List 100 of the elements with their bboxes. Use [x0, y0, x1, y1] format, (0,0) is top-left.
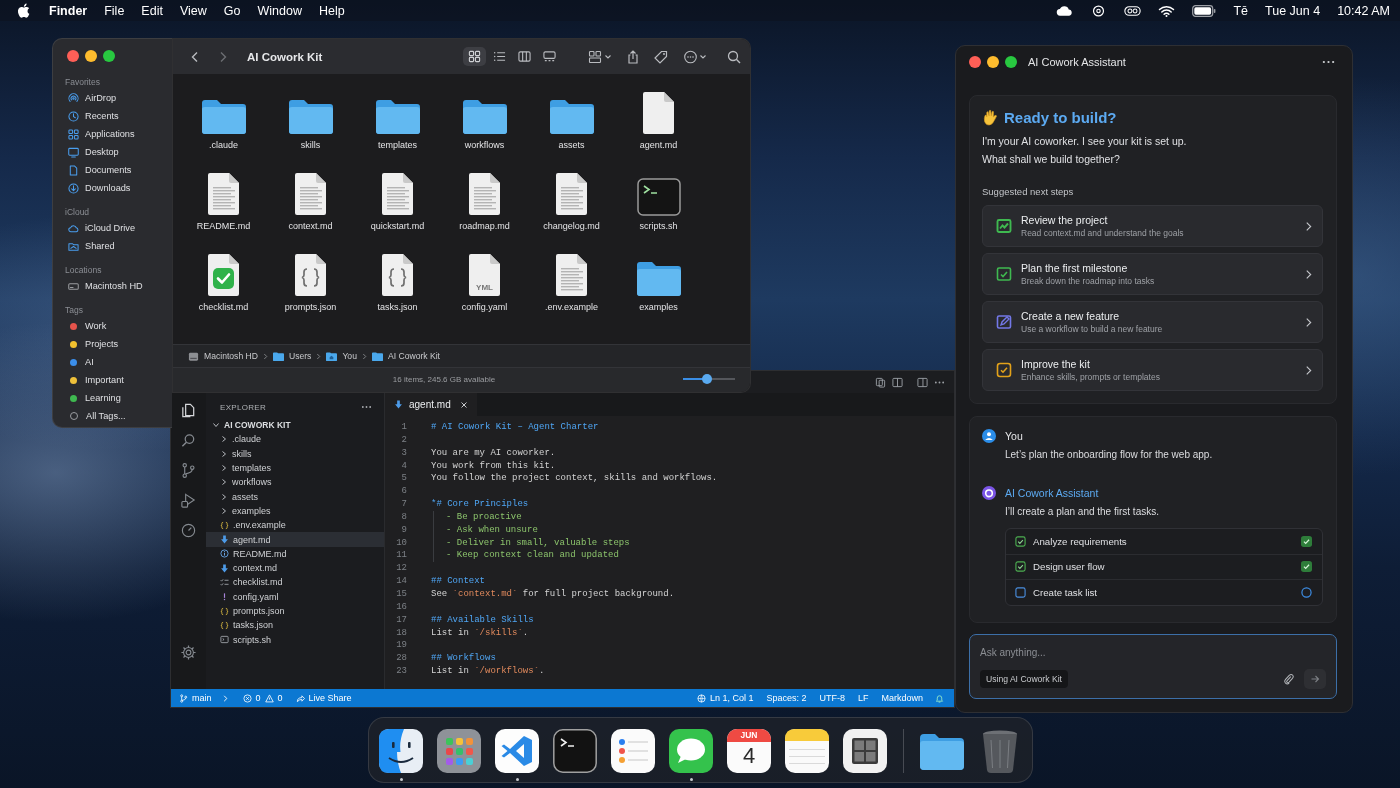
run-debug-icon[interactable] [180, 492, 197, 509]
app-grid-icon[interactable] [437, 729, 481, 773]
menu-item[interactable]: Window [257, 3, 302, 18]
sidebar-item[interactable]: Downloads [53, 179, 172, 197]
tree-item[interactable]: workflows [206, 475, 384, 490]
tree-item[interactable]: prompts.json [206, 603, 384, 619]
suggestion-button[interactable]: Create a new feature Use a workflow to build a new feature [982, 301, 1323, 343]
editor-tab[interactable]: agent.md [385, 393, 477, 416]
close-icon[interactable] [459, 400, 468, 409]
branch-icon[interactable] [180, 462, 197, 479]
directory-entry[interactable]: .claude [180, 91, 267, 172]
tree-item[interactable]: .env.example [206, 518, 384, 533]
directory-entry[interactable]: .env.example [528, 253, 615, 334]
path-item[interactable]: Users [272, 350, 312, 362]
directory-entry[interactable]: checklist.md [180, 253, 267, 334]
share-icon[interactable] [626, 49, 640, 64]
calendar-icon[interactable]: JUN 4 [727, 729, 771, 773]
grid-view-button[interactable] [463, 47, 486, 66]
code-editor-icon[interactable] [495, 729, 539, 773]
battery-icon[interactable] [1192, 4, 1217, 17]
chat-bubble-icon[interactable] [669, 729, 713, 773]
menu-bar-date[interactable]: Tue Jun 4 [1265, 3, 1321, 18]
problems-status[interactable]: 0 0 [242, 693, 283, 703]
tree-item[interactable]: checklist.md [206, 575, 384, 590]
sidebar-item[interactable]: Documents [53, 161, 172, 179]
suggestion-button[interactable]: Plan the first milestone Break down the roadmap into tasks [982, 253, 1323, 295]
more-options-icon[interactable] [682, 49, 709, 64]
zoom-button[interactable] [103, 50, 115, 62]
wifi-icon[interactable] [1158, 4, 1176, 17]
reminders-list-icon[interactable] [611, 729, 655, 773]
menu-item[interactable]: Edit [141, 3, 163, 18]
directory-entry[interactable]: skills [267, 91, 354, 172]
tree-item[interactable]: scripts.sh [206, 632, 384, 647]
tree-item[interactable]: tasks.json [206, 618, 384, 633]
terminal-icon[interactable] [553, 729, 597, 773]
message-input[interactable]: Ask anything... [980, 642, 1326, 663]
sidebar-item[interactable]: AirDrop [53, 89, 172, 107]
zoom-button[interactable] [1005, 56, 1017, 68]
tag-icon[interactable] [654, 49, 668, 64]
more-icon[interactable] [361, 405, 372, 409]
close-button[interactable] [969, 56, 981, 68]
directory-entry[interactable]: YML config.yaml [441, 253, 528, 334]
face-app-icon[interactable] [379, 729, 423, 773]
live-share-button[interactable]: Live Share [295, 693, 352, 703]
tree-item[interactable]: examples [206, 503, 384, 519]
tree-item[interactable]: README.md [206, 546, 384, 561]
directory-entry[interactable]: templates [354, 91, 441, 172]
split-editor-icon[interactable] [917, 376, 928, 388]
notes-icon[interactable] [785, 729, 829, 773]
path-item[interactable]: You [326, 350, 357, 362]
tree-item[interactable]: templates [206, 460, 384, 476]
directory-entry[interactable]: assets [528, 91, 615, 172]
menu-bar-clock[interactable]: 10:42 AM [1337, 3, 1390, 18]
sidebar-item[interactable]: iCloud Drive [53, 219, 172, 237]
sidebar-item[interactable]: Projects [53, 335, 172, 353]
sidebar-item[interactable]: Learning [53, 389, 172, 407]
search-icon[interactable] [180, 432, 197, 449]
sidebar-item[interactable]: Important [53, 371, 172, 389]
indentation-status[interactable]: Spaces: 2 [766, 693, 807, 703]
checkbox[interactable] [1015, 535, 1026, 547]
cursor-position[interactable]: Ln 1, Col 1 [696, 693, 754, 703]
menu-item[interactable]: File [104, 3, 125, 18]
directory-entry[interactable]: changelog.md [528, 172, 615, 253]
directory-entry[interactable]: agent.md [615, 91, 702, 172]
input-source-menu[interactable]: Tē [1233, 3, 1249, 18]
sidebar-item[interactable]: All Tags... [53, 407, 172, 425]
checkbox[interactable] [1015, 586, 1026, 598]
minimize-button[interactable] [85, 50, 97, 62]
sidebar-item[interactable]: Shared [53, 237, 172, 255]
context-chip[interactable]: Using AI Cowork Kit [980, 669, 1068, 688]
directory-entry[interactable]: README.md [180, 172, 267, 253]
close-button[interactable] [67, 50, 79, 62]
directory-entry[interactable]: workflows [441, 91, 528, 172]
sidebar-item[interactable]: AI [53, 353, 172, 371]
minimize-button[interactable] [987, 56, 999, 68]
apple-logo-icon[interactable] [17, 3, 30, 18]
sidebar-item[interactable]: Applications [53, 125, 172, 143]
tree-item[interactable]: config.yaml [206, 589, 384, 604]
directory-entry[interactable]: roadmap.md [441, 172, 528, 253]
files-icon[interactable] [180, 402, 197, 419]
language-status[interactable]: Markdown [881, 693, 923, 703]
checkbox[interactable] [1015, 561, 1026, 573]
menu-item[interactable]: Help [318, 3, 345, 18]
tree-item[interactable]: agent.md [206, 532, 384, 547]
sidebar-item[interactable]: Work [53, 317, 172, 335]
directory-entry[interactable]: tasks.json [354, 253, 441, 334]
tree-item[interactable]: .claude [206, 432, 384, 447]
line-ending-status[interactable]: LF [857, 693, 869, 703]
toggle-pill-icon[interactable] [1124, 4, 1142, 17]
search-icon[interactable] [727, 49, 741, 64]
directory-entry[interactable]: scripts.sh [615, 172, 702, 253]
branch-status[interactable]: main [179, 693, 212, 703]
suggestion-button[interactable]: Improve the kit Enhance skills, prompts or templates [982, 349, 1323, 391]
group-by-icon[interactable] [587, 49, 614, 64]
app-menu[interactable]: Finder [49, 3, 88, 18]
copy-icon[interactable] [875, 376, 886, 388]
four-squares-icon[interactable] [843, 729, 887, 773]
tree-item[interactable]: assets [206, 489, 384, 504]
tree-item[interactable]: skills [206, 446, 384, 461]
cloud-icon[interactable] [1056, 4, 1074, 17]
